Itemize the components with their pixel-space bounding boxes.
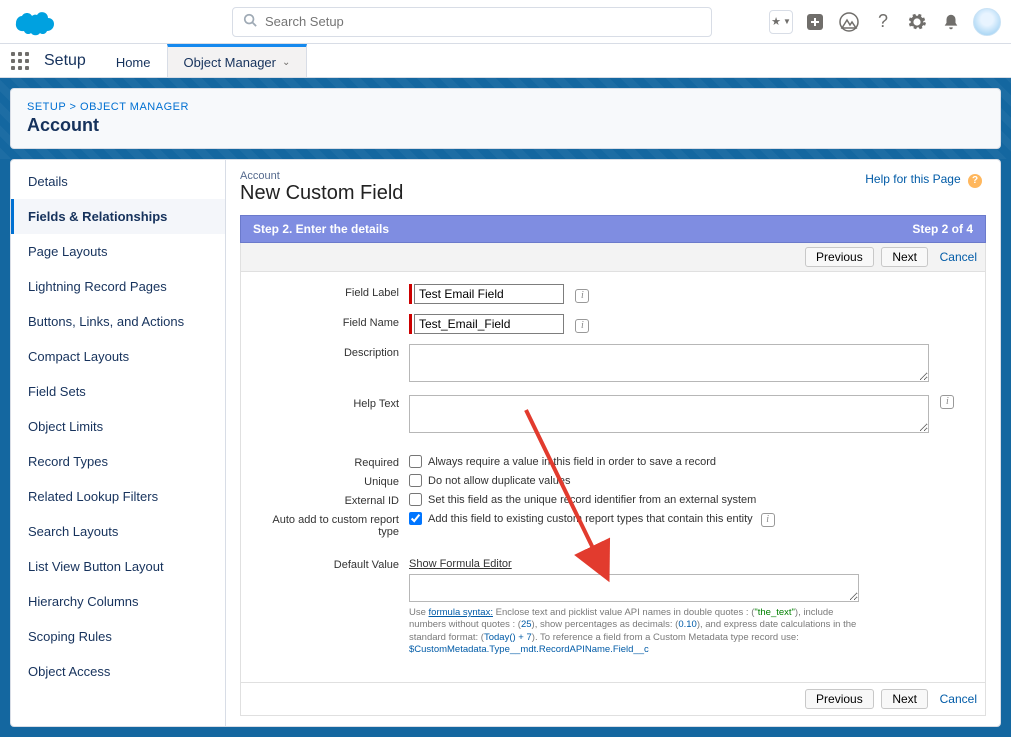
app-launcher-icon[interactable] <box>0 44 40 77</box>
info-icon[interactable]: i <box>575 289 589 303</box>
previous-button-bottom[interactable]: Previous <box>805 689 874 709</box>
info-icon[interactable]: i <box>761 513 775 527</box>
auto-add-text: Add this field to existing custom report… <box>428 513 753 525</box>
label-external-id: External ID <box>249 492 409 507</box>
checkbox-unique[interactable] <box>409 474 422 487</box>
label-unique: Unique <box>249 473 409 488</box>
tab-object-manager[interactable]: Object Manager ⌄ <box>167 44 308 77</box>
sidebar-item-field-sets[interactable]: Field Sets <box>11 374 225 409</box>
sidebar-item-search-layouts[interactable]: Search Layouts <box>11 514 225 549</box>
notifications-bell-icon[interactable] <box>939 10 963 34</box>
sidebar-item-related-lookup[interactable]: Related Lookup Filters <box>11 479 225 514</box>
info-icon[interactable]: i <box>575 319 589 333</box>
label-auto-add: Auto add to custom report type <box>249 511 409 538</box>
external-text: Set this field as the unique record iden… <box>428 494 756 506</box>
app-nav: Setup Home Object Manager ⌄ <box>0 44 1011 78</box>
sidebar: Details Fields & Relationships Page Layo… <box>11 160 226 726</box>
app-name: Setup <box>40 44 100 77</box>
page-header-card: SETUP > OBJECT MANAGER Account <box>10 88 1001 149</box>
top-button-row: Previous Next Cancel <box>240 243 986 272</box>
body-row: Details Fields & Relationships Page Layo… <box>10 159 1001 727</box>
crumb-setup[interactable]: SETUP <box>27 101 66 113</box>
step-counter: Step 2 of 4 <box>912 222 973 236</box>
favorites-dropdown[interactable]: ★▼ <box>769 10 793 34</box>
sidebar-item-page-layouts[interactable]: Page Layouts <box>11 234 225 269</box>
header-utility-icons: ★▼ ? <box>769 8 1001 36</box>
page-header-strip: SETUP > OBJECT MANAGER Account <box>0 78 1011 159</box>
checkbox-required[interactable] <box>409 455 422 468</box>
chevron-down-icon: ⌄ <box>282 57 290 68</box>
body-wrap: Details Fields & Relationships Page Layo… <box>0 159 1011 737</box>
checkbox-auto-add[interactable] <box>409 512 422 525</box>
sidebar-item-details[interactable]: Details <box>11 164 225 199</box>
label-default-value: Default Value <box>249 556 409 571</box>
label-field-label: Field Label <box>249 284 409 299</box>
sidebar-item-compact-layouts[interactable]: Compact Layouts <box>11 339 225 374</box>
add-icon[interactable] <box>803 10 827 34</box>
label-field-name: Field Name <box>249 314 409 329</box>
help-icon: ? <box>968 174 982 188</box>
sidebar-item-list-view-button[interactable]: List View Button Layout <box>11 549 225 584</box>
label-required: Required <box>249 454 409 469</box>
textarea-default-value[interactable] <box>409 574 859 602</box>
trailhead-icon[interactable] <box>837 10 861 34</box>
content: Account New Custom Field Help for this P… <box>226 160 1000 726</box>
input-field-name[interactable] <box>414 314 564 334</box>
help-icon[interactable]: ? <box>871 10 895 34</box>
search-input[interactable] <box>265 14 701 29</box>
sidebar-item-object-access[interactable]: Object Access <box>11 654 225 689</box>
sidebar-item-object-limits[interactable]: Object Limits <box>11 409 225 444</box>
required-text: Always require a value in this field in … <box>428 456 716 468</box>
tab-object-manager-label: Object Manager <box>184 55 277 70</box>
tab-home[interactable]: Home <box>100 44 167 77</box>
crumb-object-manager[interactable]: OBJECT MANAGER <box>80 101 189 113</box>
step-title: Step 2. Enter the details <box>253 222 389 236</box>
formula-hint: Use formula syntax: Enclose text and pic… <box>409 607 869 656</box>
unique-text: Do not allow duplicate values <box>428 475 570 487</box>
next-button-bottom[interactable]: Next <box>881 689 928 709</box>
sidebar-item-fields[interactable]: Fields & Relationships <box>11 199 225 234</box>
global-search <box>232 7 712 37</box>
step-bar: Step 2. Enter the details Step 2 of 4 <box>240 215 986 243</box>
help-for-page[interactable]: Help for this Page ? <box>865 172 982 188</box>
previous-button-top[interactable]: Previous <box>805 247 874 267</box>
global-header: ★▼ ? <box>0 0 1011 44</box>
search-icon <box>243 13 257 30</box>
sidebar-item-scoping-rules[interactable]: Scoping Rules <box>11 619 225 654</box>
page-title: Account <box>27 115 984 136</box>
textarea-description[interactable] <box>409 344 929 382</box>
salesforce-cloud-logo <box>10 8 54 36</box>
bottom-button-row: Previous Next Cancel <box>240 683 986 716</box>
sidebar-item-buttons-links[interactable]: Buttons, Links, and Actions <box>11 304 225 339</box>
cancel-link-bottom[interactable]: Cancel <box>940 692 977 706</box>
checkbox-external-id[interactable] <box>409 493 422 506</box>
search-box[interactable] <box>232 7 712 37</box>
textarea-help-text[interactable] <box>409 395 929 433</box>
sidebar-item-lightning-pages[interactable]: Lightning Record Pages <box>11 269 225 304</box>
help-for-page-label: Help for this Page <box>865 172 960 186</box>
input-field-label[interactable] <box>414 284 564 304</box>
setup-gear-icon[interactable] <box>905 10 929 34</box>
sidebar-item-hierarchy-columns[interactable]: Hierarchy Columns <box>11 584 225 619</box>
info-icon[interactable]: i <box>940 395 954 409</box>
label-help-text: Help Text <box>249 395 409 410</box>
form-area: Field Label i Field Name i Description H… <box>240 272 986 683</box>
next-button-top[interactable]: Next <box>881 247 928 267</box>
breadcrumb: SETUP > OBJECT MANAGER <box>27 101 984 113</box>
show-formula-editor-link[interactable]: Show Formula Editor <box>409 558 512 570</box>
user-avatar[interactable] <box>973 8 1001 36</box>
cancel-link-top[interactable]: Cancel <box>940 250 977 264</box>
label-description: Description <box>249 344 409 359</box>
sidebar-item-record-types[interactable]: Record Types <box>11 444 225 479</box>
crumb-sep: > <box>70 101 77 113</box>
